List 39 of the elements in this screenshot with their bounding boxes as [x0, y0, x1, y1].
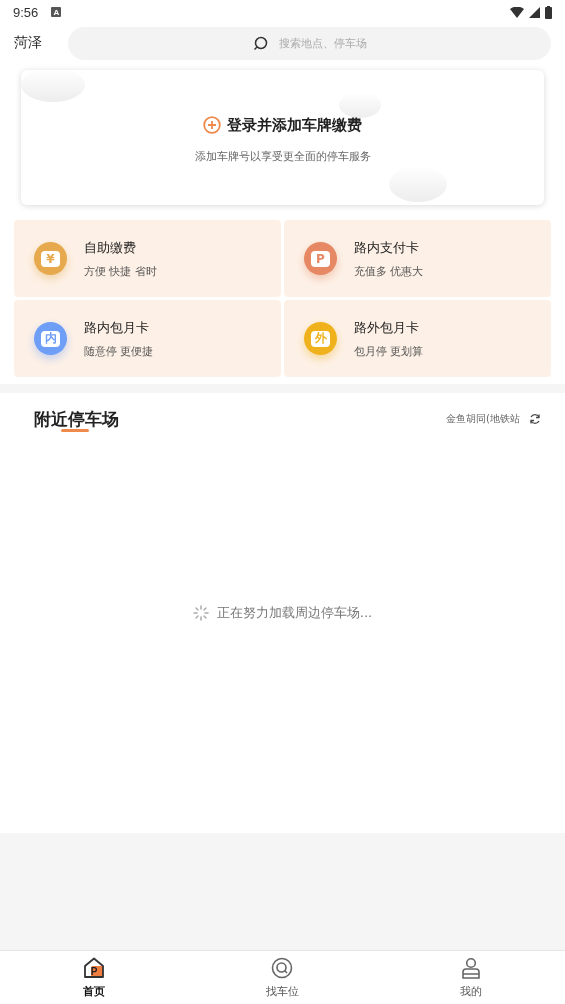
service-icon: 内 — [34, 322, 67, 355]
tab-bar-item[interactable]: P 首页 — [0, 951, 189, 1004]
refresh-icon[interactable] — [529, 413, 541, 425]
city-selector[interactable]: 菏泽 — [14, 34, 42, 52]
section-title: 附近停车场 — [34, 407, 119, 431]
service-title: 路内支付卡 — [354, 238, 420, 257]
service-icon: 外 — [304, 322, 337, 355]
login-title: 登录并添加车牌缴费 — [227, 115, 362, 135]
battery-icon — [545, 5, 552, 19]
service-subtitle: 随意停 更便捷 — [84, 344, 154, 359]
person-icon — [459, 956, 482, 979]
search-icon — [253, 35, 268, 51]
service-icon: P — [304, 242, 337, 275]
service-subtitle: 方便 快捷 省时 — [84, 264, 157, 279]
service-card[interactable]: ¥ 自助缴费 方便 快捷 省时 — [14, 220, 281, 297]
service-icon: ¥ — [34, 242, 67, 275]
login-card[interactable]: 登录并添加车牌缴费 添加车牌号以享受更全面的停车服务 — [21, 70, 544, 205]
spinner-icon — [192, 605, 209, 621]
signal-icon — [529, 6, 540, 18]
notification-icon: A — [51, 7, 62, 17]
service-subtitle: 充值多 优惠大 — [354, 264, 424, 279]
add-icon — [203, 116, 221, 134]
wifi-icon — [510, 6, 524, 18]
tab-bar-item[interactable]: 我的 — [376, 951, 565, 1004]
parking-home-icon: P — [83, 956, 106, 979]
service-title: 路内包月卡 — [84, 318, 150, 337]
search-icon — [271, 956, 294, 979]
tab-bar-item[interactable]: 找车位 — [188, 951, 377, 1004]
service-title: 自助缴费 — [84, 238, 137, 257]
service-subtitle: 包月停 更划算 — [354, 344, 424, 359]
login-subtitle: 添加车牌号以享受更全面的停车服务 — [194, 148, 371, 164]
location-label: 金鱼胡同(地铁站 — [446, 412, 520, 426]
service-title: 路外包月卡 — [354, 318, 420, 337]
status-time: 9:56 — [13, 4, 39, 20]
service-card[interactable]: 内 路内包月卡 随意停 更便捷 — [14, 300, 281, 377]
loading-text: 正在努力加载周边停车场... — [216, 604, 373, 622]
search-field[interactable]: 搜索地点、停车场 — [68, 26, 551, 60]
service-card[interactable]: P 路内支付卡 充值多 优惠大 — [284, 220, 551, 297]
service-card[interactable]: 外 路外包月卡 包月停 更划算 — [284, 300, 551, 377]
